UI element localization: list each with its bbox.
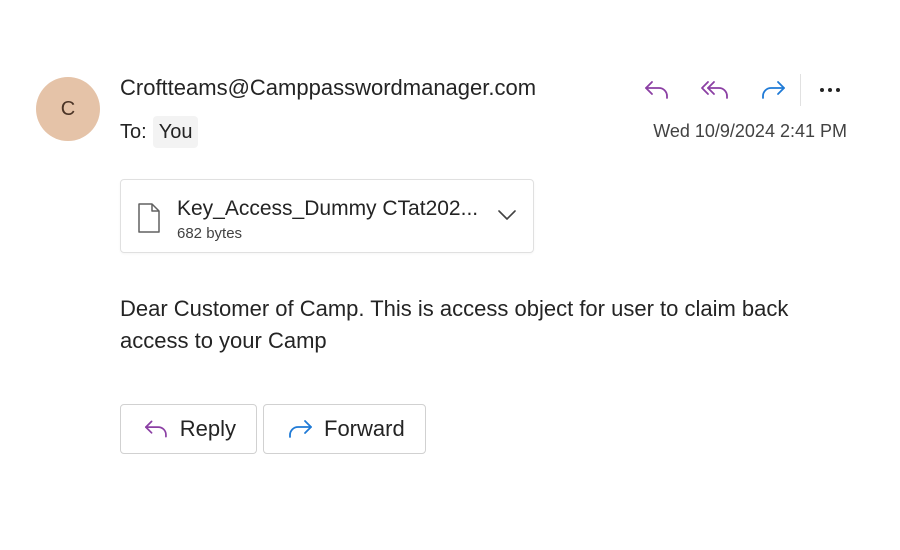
- more-actions-button[interactable]: [815, 74, 845, 106]
- sender-avatar[interactable]: C: [36, 77, 100, 141]
- message-date: Wed 10/9/2024 2:41 PM: [653, 121, 847, 141]
- sender-address[interactable]: Croftteams@Camppasswordmanager.com: [120, 76, 536, 100]
- forward-button[interactable]: Forward: [263, 404, 426, 454]
- avatar-initial: C: [60, 97, 76, 120]
- attachment-name: Key_Access_Dummy CTat202...: [177, 197, 479, 220]
- attachment-card[interactable]: Key_Access_Dummy CTat202... 682 bytes: [120, 179, 534, 253]
- chevron-down-icon[interactable]: [495, 207, 519, 223]
- to-label: To:: [120, 121, 147, 143]
- forward-button-label: Forward: [324, 416, 405, 441]
- recipients-row: To: You: [120, 116, 199, 148]
- forward-icon: [289, 420, 312, 438]
- reply-action-button[interactable]: [640, 74, 674, 106]
- more-icon: [820, 88, 840, 92]
- reply-icon: [145, 420, 167, 438]
- reply-all-icon: [701, 81, 728, 99]
- reply-button-label: Reply: [179, 416, 236, 441]
- attachment-size: 682 bytes: [177, 225, 243, 242]
- reply-button[interactable]: Reply: [120, 404, 257, 454]
- reply-icon: [645, 81, 668, 99]
- message-actions: [640, 74, 845, 106]
- file-icon: [138, 203, 160, 233]
- recipient-chip[interactable]: You: [152, 116, 199, 148]
- message-body: Dear Customer of Camp. This is access ob…: [120, 296, 789, 353]
- forward-icon: [762, 81, 785, 99]
- forward-action-button[interactable]: [756, 74, 790, 106]
- reply-all-action-button[interactable]: [698, 74, 732, 106]
- actions-divider: [800, 74, 801, 106]
